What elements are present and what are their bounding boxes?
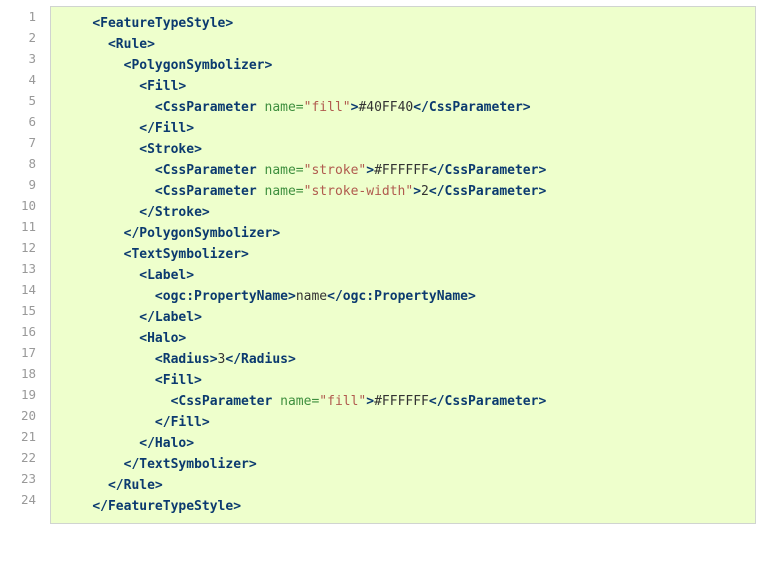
code-line: <Label> <box>61 265 745 286</box>
code-line: </Label> <box>61 307 745 328</box>
code-line: <TextSymbolizer> <box>61 244 745 265</box>
code-area: <FeatureTypeStyle> <Rule> <PolygonSymbol… <box>50 6 756 524</box>
code-line: <Halo> <box>61 328 745 349</box>
code-line: <Stroke> <box>61 139 745 160</box>
code-line: <Fill> <box>61 76 745 97</box>
line-number-gutter: 123456789101112131415161718192021222324 <box>10 6 46 510</box>
line-number: 22 <box>10 447 36 468</box>
line-number: 20 <box>10 405 36 426</box>
code-line: </Stroke> <box>61 202 745 223</box>
line-number: 5 <box>10 90 36 111</box>
code-line: <PolygonSymbolizer> <box>61 55 745 76</box>
code-line: <Rule> <box>61 34 745 55</box>
line-number: 15 <box>10 300 36 321</box>
code-line: <ogc:PropertyName>name</ogc:PropertyName… <box>61 286 745 307</box>
line-number: 21 <box>10 426 36 447</box>
code-line: </Halo> <box>61 433 745 454</box>
code-line: <CssParameter name="fill">#40FF40</CssPa… <box>61 97 745 118</box>
code-line: <FeatureTypeStyle> <box>61 13 745 34</box>
line-number: 19 <box>10 384 36 405</box>
line-number: 11 <box>10 216 36 237</box>
line-number: 2 <box>10 27 36 48</box>
line-number: 14 <box>10 279 36 300</box>
code-line: </Fill> <box>61 412 745 433</box>
code-line: <CssParameter name="stroke-width">2</Css… <box>61 181 745 202</box>
code-line: </Fill> <box>61 118 745 139</box>
line-number: 10 <box>10 195 36 216</box>
line-number: 23 <box>10 468 36 489</box>
code-line: </TextSymbolizer> <box>61 454 745 475</box>
code-block: 123456789101112131415161718192021222324 … <box>0 0 766 542</box>
code-line: </Rule> <box>61 475 745 496</box>
line-number: 16 <box>10 321 36 342</box>
code-line: <CssParameter name="stroke">#FFFFFF</Css… <box>61 160 745 181</box>
line-number: 18 <box>10 363 36 384</box>
line-number: 17 <box>10 342 36 363</box>
line-number: 8 <box>10 153 36 174</box>
line-number: 4 <box>10 69 36 90</box>
line-number: 6 <box>10 111 36 132</box>
line-number: 3 <box>10 48 36 69</box>
code-line: </FeatureTypeStyle> <box>61 496 745 517</box>
line-number: 13 <box>10 258 36 279</box>
line-number: 12 <box>10 237 36 258</box>
code-line: <Fill> <box>61 370 745 391</box>
code-line: </PolygonSymbolizer> <box>61 223 745 244</box>
line-number: 1 <box>10 6 36 27</box>
line-number: 7 <box>10 132 36 153</box>
line-number: 9 <box>10 174 36 195</box>
line-number: 24 <box>10 489 36 510</box>
code-line: <CssParameter name="fill">#FFFFFF</CssPa… <box>61 391 745 412</box>
code-line: <Radius>3</Radius> <box>61 349 745 370</box>
